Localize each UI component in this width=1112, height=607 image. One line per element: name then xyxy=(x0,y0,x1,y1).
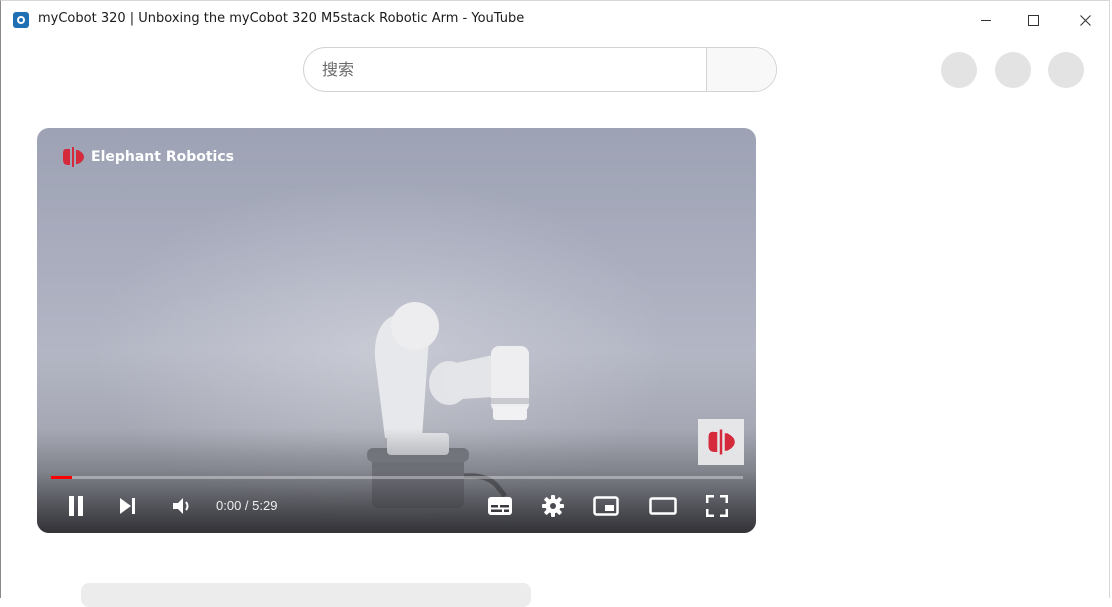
video-player[interactable]: Elephant Robotics 0:00 / 5:29 xyxy=(37,128,756,533)
maximize-icon xyxy=(1027,14,1039,26)
volume-icon xyxy=(173,498,189,514)
settings-icon xyxy=(542,495,564,517)
title-bar: myCobot 320 | Unboxing the myCobot 320 M… xyxy=(0,0,1112,38)
minimize-icon xyxy=(981,19,991,21)
pause-button[interactable] xyxy=(61,486,91,526)
video-title-placeholder xyxy=(81,583,531,607)
avatar-placeholder[interactable] xyxy=(1048,52,1084,88)
channel-logo: Elephant Robotics xyxy=(61,147,234,167)
progress-bar-played xyxy=(51,476,72,479)
next-button[interactable] xyxy=(113,486,143,526)
search-box xyxy=(303,47,777,92)
search-input[interactable] xyxy=(304,48,706,91)
volume-button[interactable] xyxy=(166,486,200,526)
settings-button[interactable] xyxy=(537,486,569,526)
elephant-robotics-watermark-icon xyxy=(708,429,735,455)
theater-mode-button[interactable] xyxy=(645,486,681,526)
maximize-button[interactable] xyxy=(1018,8,1048,32)
channel-watermark[interactable] xyxy=(698,419,744,465)
miniplayer-button[interactable] xyxy=(589,486,623,526)
search-button[interactable] xyxy=(706,48,776,91)
minimize-button[interactable] xyxy=(971,8,1001,32)
subtitles-button[interactable] xyxy=(484,486,516,526)
header-action-placeholder[interactable] xyxy=(995,52,1031,88)
miniplayer-icon xyxy=(593,496,619,516)
window-title: myCobot 320 | Unboxing the myCobot 320 M… xyxy=(38,11,525,26)
app-icon xyxy=(13,12,29,28)
channel-name: Elephant Robotics xyxy=(91,149,234,165)
subtitles-icon xyxy=(488,497,512,515)
fullscreen-icon xyxy=(706,495,728,517)
theater-icon xyxy=(649,497,677,515)
fullscreen-button[interactable] xyxy=(701,486,733,526)
time-display: 0:00 / 5:29 xyxy=(216,498,278,513)
progress-bar[interactable] xyxy=(51,476,743,479)
close-icon xyxy=(1079,14,1091,26)
pause-icon xyxy=(69,496,83,516)
next-icon xyxy=(120,498,135,514)
header-action-placeholder[interactable] xyxy=(941,52,977,88)
elephant-robotics-logo-icon xyxy=(63,147,84,167)
close-button[interactable] xyxy=(1070,8,1100,32)
player-controls: 0:00 / 5:29 xyxy=(37,486,756,526)
